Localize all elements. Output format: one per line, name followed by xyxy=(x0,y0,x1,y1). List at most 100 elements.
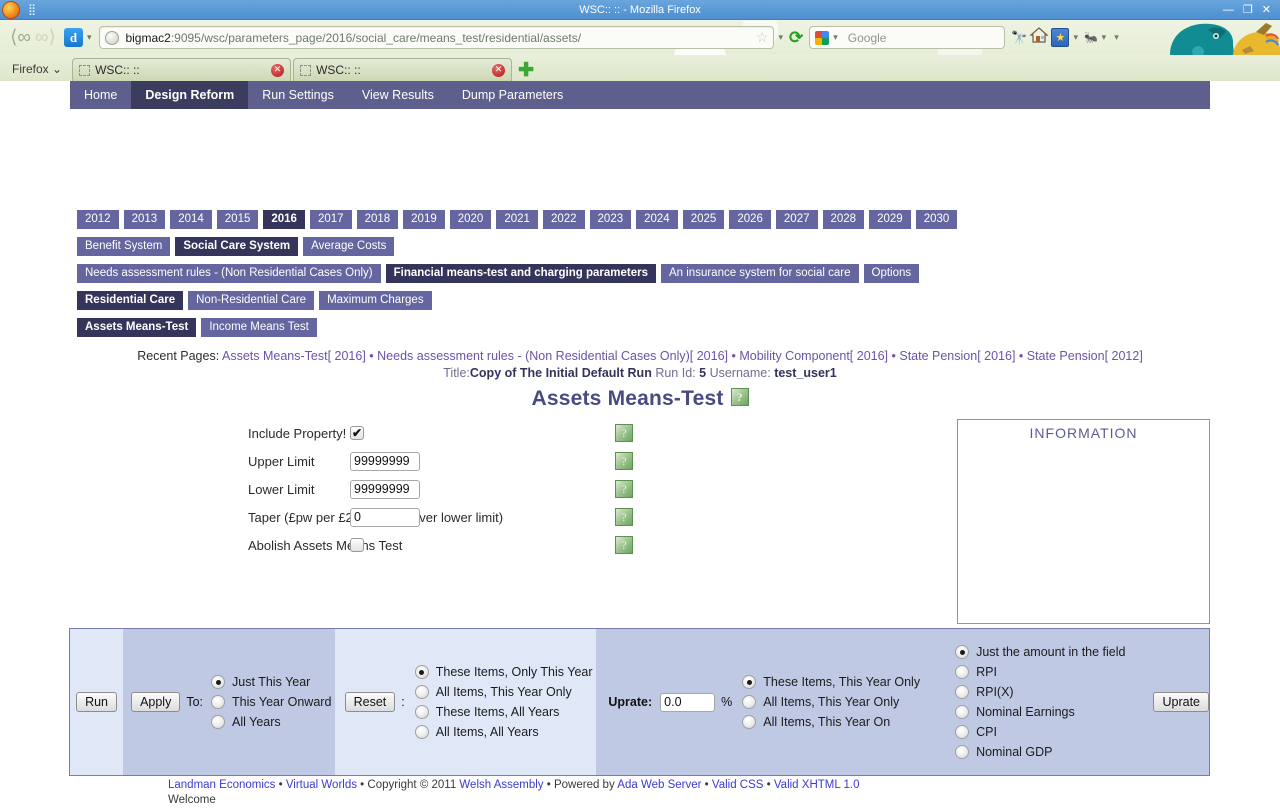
home-icon[interactable] xyxy=(1029,26,1049,49)
bookmarks-icon[interactable]: ★ xyxy=(1051,28,1069,47)
radio-icon[interactable] xyxy=(955,705,969,719)
section-button-financial-means-test-and-charging-parameters[interactable]: Financial means-test and charging parame… xyxy=(386,264,656,283)
reset-scope-option[interactable]: All Items, This Year Only xyxy=(415,685,593,699)
reload-icon[interactable]: ⟳ xyxy=(789,28,803,48)
year-button-2017[interactable]: 2017 xyxy=(310,210,352,229)
back-button[interactable]: ⟨∞ xyxy=(8,26,33,49)
system-button-benefit-system[interactable]: Benefit System xyxy=(77,237,170,256)
recent-page-link[interactable]: State Pension[ 2012] xyxy=(1027,349,1143,363)
section-button-an-insurance-system-for-social-care[interactable]: An insurance system for social care xyxy=(661,264,859,283)
year-button-2016[interactable]: 2016 xyxy=(263,210,305,229)
system-button-social-care-system[interactable]: Social Care System xyxy=(175,237,298,256)
footer-link[interactable]: Landman Economics xyxy=(168,779,275,791)
maximize-button[interactable]: ❐ xyxy=(1243,4,1253,16)
forward-button[interactable]: ∞⟩ xyxy=(33,26,58,49)
search-bar[interactable]: ▾ Google xyxy=(809,26,1005,49)
checkbox-abolish-assets-means-test[interactable] xyxy=(350,538,364,552)
input-lower-limit[interactable] xyxy=(350,480,420,499)
minimize-button[interactable]: — xyxy=(1223,4,1234,16)
year-button-2024[interactable]: 2024 xyxy=(636,210,678,229)
run-button[interactable]: Run xyxy=(76,692,117,712)
reset-button[interactable]: Reset xyxy=(345,692,396,712)
mainnav-item-run-settings[interactable]: Run Settings xyxy=(248,81,348,109)
mainnav-item-view-results[interactable]: View Results xyxy=(348,81,448,109)
radio-icon[interactable] xyxy=(955,745,969,759)
year-button-2014[interactable]: 2014 xyxy=(170,210,212,229)
checkbox-include-property[interactable]: ✔ xyxy=(350,426,364,440)
uprate-scope-option[interactable]: All Items, This Year On xyxy=(742,715,920,729)
radio-icon[interactable] xyxy=(211,695,225,709)
browser-tab[interactable]: WSC:: :: ✕ xyxy=(293,58,512,81)
radio-icon[interactable] xyxy=(955,685,969,699)
uprate-button[interactable]: Uprate xyxy=(1153,692,1209,712)
uprate-index-option[interactable]: Nominal GDP xyxy=(955,745,1125,759)
uprate-input[interactable] xyxy=(660,693,715,712)
radio-icon[interactable] xyxy=(415,685,429,699)
uprate-index-option[interactable]: RPI xyxy=(955,665,1125,679)
test-button-income-means-test[interactable]: Income Means Test xyxy=(201,318,317,337)
help-icon[interactable]: ? xyxy=(615,424,633,442)
apply-scope-option[interactable]: All Years xyxy=(211,715,331,729)
year-button-2018[interactable]: 2018 xyxy=(357,210,399,229)
mainnav-item-home[interactable]: Home xyxy=(70,81,131,109)
radio-icon[interactable] xyxy=(742,695,756,709)
radio-icon[interactable] xyxy=(955,645,969,659)
footer-link[interactable]: Welsh Assembly xyxy=(459,779,543,791)
input-upper-limit[interactable] xyxy=(350,452,420,471)
radio-icon[interactable] xyxy=(415,665,429,679)
radio-icon[interactable] xyxy=(211,715,225,729)
year-button-2012[interactable]: 2012 xyxy=(77,210,119,229)
page-help-icon[interactable]: ? xyxy=(731,388,749,406)
mainnav-item-dump-parameters[interactable]: Dump Parameters xyxy=(448,81,577,109)
footer-link[interactable]: Virtual Worlds xyxy=(286,779,357,791)
browser-tab[interactable]: WSC:: :: ✕ xyxy=(72,58,291,81)
footer-link[interactable]: Valid CSS xyxy=(712,779,764,791)
uprate-index-option[interactable]: RPI(X) xyxy=(955,685,1125,699)
system-button-average-costs[interactable]: Average Costs xyxy=(303,237,394,256)
address-bar[interactable]: bigmac2:9095/wsc/parameters_page/2016/so… xyxy=(99,26,774,49)
caretype-button-maximum-charges[interactable]: Maximum Charges xyxy=(319,291,432,310)
bug-chevron-down-icon[interactable]: ▾ xyxy=(1102,32,1107,43)
year-button-2013[interactable]: 2013 xyxy=(124,210,166,229)
radio-icon[interactable] xyxy=(955,725,969,739)
downloads-chevron-down-icon[interactable]: ▾ xyxy=(87,32,92,43)
recent-page-link[interactable]: Mobility Component[ 2016] xyxy=(739,349,888,363)
apply-scope-option[interactable]: This Year Onward xyxy=(211,695,331,709)
year-button-2025[interactable]: 2025 xyxy=(683,210,725,229)
caretype-button-non-residential-care[interactable]: Non-Residential Care xyxy=(188,291,314,310)
help-icon[interactable]: ? xyxy=(615,480,633,498)
bug-icon[interactable]: 🐜 xyxy=(1084,31,1098,44)
uprate-index-option[interactable]: Nominal Earnings xyxy=(955,705,1125,719)
new-tab-button[interactable]: ✚ xyxy=(514,59,538,81)
year-button-2028[interactable]: 2028 xyxy=(823,210,865,229)
radio-icon[interactable] xyxy=(415,725,429,739)
year-button-2027[interactable]: 2027 xyxy=(776,210,818,229)
caretype-button-residential-care[interactable]: Residential Care xyxy=(77,291,183,310)
section-button-options[interactable]: Options xyxy=(864,264,920,283)
search-input[interactable]: Google xyxy=(848,31,887,45)
firefox-menu-button[interactable]: Firefox ⌄ xyxy=(0,62,72,81)
radio-icon[interactable] xyxy=(955,665,969,679)
search-engine-chevron-down-icon[interactable]: ▾ xyxy=(833,32,838,43)
year-button-2029[interactable]: 2029 xyxy=(869,210,911,229)
reset-scope-option[interactable]: These Items, Only This Year xyxy=(415,665,593,679)
year-button-2020[interactable]: 2020 xyxy=(450,210,492,229)
year-button-2026[interactable]: 2026 xyxy=(729,210,771,229)
help-icon[interactable]: ? xyxy=(615,536,633,554)
binoculars-icon[interactable]: 🔭 xyxy=(1011,30,1027,46)
radio-icon[interactable] xyxy=(415,705,429,719)
toolbar-overflow-chevron-down-icon[interactable]: ▾ xyxy=(1114,32,1119,43)
radio-icon[interactable] xyxy=(211,675,225,689)
uprate-scope-option[interactable]: All Items, This Year Only xyxy=(742,695,920,709)
year-button-2015[interactable]: 2015 xyxy=(217,210,259,229)
tab-close-icon[interactable]: ✕ xyxy=(271,64,284,77)
year-button-2030[interactable]: 2030 xyxy=(916,210,958,229)
year-button-2022[interactable]: 2022 xyxy=(543,210,585,229)
uprate-index-option[interactable]: Just the amount in the field xyxy=(955,645,1125,659)
mainnav-item-design-reform[interactable]: Design Reform xyxy=(131,81,248,109)
section-button-needs-assessment-rules-non-residential-cases-only[interactable]: Needs assessment rules - (Non Residentia… xyxy=(77,264,381,283)
input-taper-pw-per-250-capital-over-lower-limit[interactable] xyxy=(350,508,420,527)
test-button-assets-means-test[interactable]: Assets Means-Test xyxy=(77,318,196,337)
reset-scope-option[interactable]: All Items, All Years xyxy=(415,725,593,739)
help-icon[interactable]: ? xyxy=(615,508,633,526)
